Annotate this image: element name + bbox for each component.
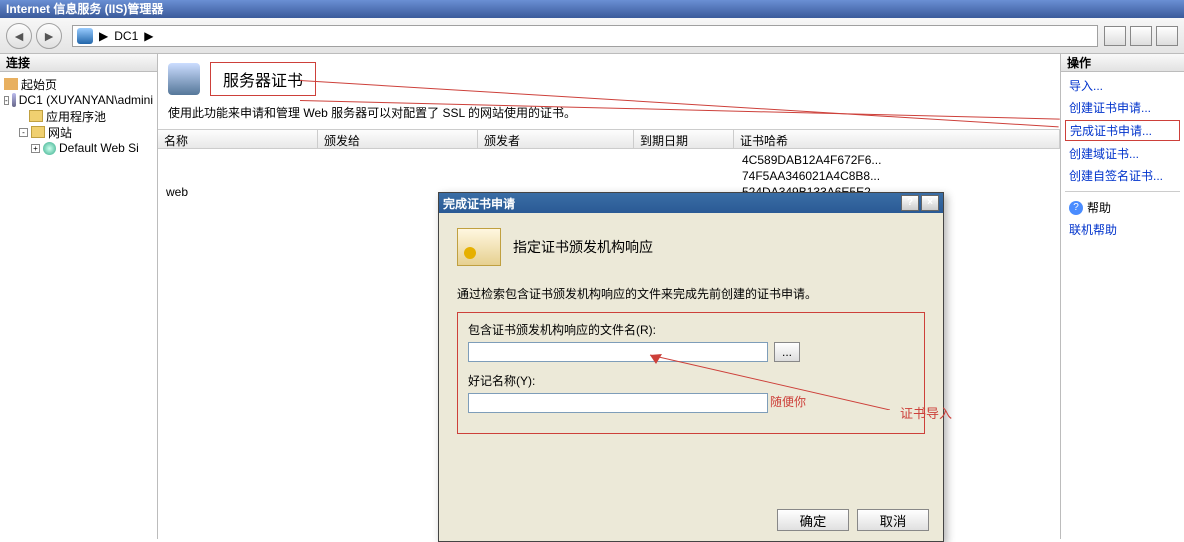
dialog-field-group: 包含证书颁发机构响应的文件名(R): ... 好记名称(Y): 随便你	[457, 312, 925, 434]
certificate-icon	[457, 228, 501, 266]
tree-default-site[interactable]: + Default Web Si	[4, 140, 153, 156]
breadcrumb[interactable]: ▶ DC1 ▶	[72, 25, 1098, 47]
browse-button[interactable]: ...	[774, 342, 800, 362]
col-expires[interactable]: 到期日期	[634, 130, 734, 148]
connections-tree: 起始页 - DC1 (XUYANYAN\admini 应用程序池 - 网站 +	[0, 72, 157, 539]
window-title: Internet 信息服务 (IIS)管理器	[6, 2, 163, 16]
cancel-button[interactable]: 取消	[857, 509, 929, 531]
collapse-icon[interactable]: -	[19, 128, 28, 137]
window-title-bar: Internet 信息服务 (IIS)管理器	[0, 0, 1184, 18]
action-help[interactable]: ? 帮助	[1065, 198, 1180, 217]
server-icon	[77, 28, 93, 44]
divider	[1065, 191, 1180, 192]
nav-settings-button[interactable]	[1130, 26, 1152, 46]
collapse-icon[interactable]: -	[4, 96, 9, 105]
page-title: 服务器证书	[210, 62, 316, 96]
file-name-input[interactable]	[468, 342, 768, 362]
col-name[interactable]: 名称	[158, 130, 318, 148]
tree-app-pools[interactable]: 应用程序池	[4, 108, 153, 124]
annotation-note: 随便你	[770, 393, 806, 413]
tree-server[interactable]: - DC1 (XUYANYAN\admini	[4, 92, 153, 108]
breadcrumb-sep: ▶	[144, 29, 153, 43]
connections-header: 连接	[0, 54, 157, 72]
friendly-name-label: 好记名称(Y):	[468, 372, 914, 389]
nav-bar: ◄ ► ▶ DC1 ▶	[0, 18, 1184, 54]
home-icon	[4, 78, 18, 90]
arrow-right-icon: ►	[42, 28, 56, 44]
globe-icon	[43, 142, 56, 155]
nav-refresh-button[interactable]	[1104, 26, 1126, 46]
action-create-domain[interactable]: 创建域证书...	[1065, 144, 1180, 163]
tree-sites[interactable]: - 网站	[4, 124, 153, 140]
forward-button[interactable]: ►	[36, 23, 62, 49]
dialog-heading: 指定证书颁发机构响应	[513, 237, 653, 257]
complete-cert-request-dialog: 完成证书申请 ? × 指定证书颁发机构响应 通过检索包含证书颁发机构响应的文件来…	[438, 192, 944, 542]
folder-icon	[29, 110, 43, 122]
col-issued-by[interactable]: 颁发者	[478, 130, 634, 148]
ok-button[interactable]: 确定	[777, 509, 849, 531]
friendly-name-input[interactable]	[468, 393, 768, 413]
back-button[interactable]: ◄	[6, 23, 32, 49]
actions-header: 操作	[1061, 54, 1184, 72]
arrow-left-icon: ◄	[12, 28, 26, 44]
table-row[interactable]: 74F5AA346021A4C8B8...	[166, 169, 1052, 185]
page-description: 使用此功能来申请和管理 Web 服务器可以对配置了 SSL 的网站使用的证书。	[158, 96, 1060, 129]
col-hash[interactable]: 证书哈希	[734, 130, 1060, 148]
nav-help-button[interactable]	[1156, 26, 1178, 46]
dialog-close-button[interactable]: ×	[921, 195, 939, 211]
expand-icon[interactable]: +	[31, 144, 40, 153]
dialog-help-button[interactable]: ?	[901, 195, 919, 211]
server-certificates-icon	[168, 63, 200, 95]
col-issued-to[interactable]: 颁发给	[318, 130, 478, 148]
file-name-label: 包含证书颁发机构响应的文件名(R):	[468, 321, 914, 338]
action-import[interactable]: 导入...	[1065, 76, 1180, 95]
server-icon	[12, 93, 16, 107]
action-create-request[interactable]: 创建证书申请...	[1065, 98, 1180, 117]
dialog-description: 通过检索包含证书颁发机构响应的文件来完成先前创建的证书申请。	[457, 285, 925, 302]
breadcrumb-server[interactable]: DC1	[114, 29, 138, 43]
action-online-help[interactable]: 联机帮助	[1065, 220, 1180, 239]
dialog-title-bar[interactable]: 完成证书申请 ? ×	[439, 193, 943, 213]
breadcrumb-sep: ▶	[99, 29, 108, 43]
action-create-self-signed[interactable]: 创建自签名证书...	[1065, 166, 1180, 185]
action-complete-request[interactable]: 完成证书申请...	[1065, 120, 1180, 141]
tree-start-page[interactable]: 起始页	[4, 76, 153, 92]
column-headers: 名称 颁发给 颁发者 到期日期 证书哈希	[158, 129, 1060, 149]
dialog-title: 完成证书申请	[443, 195, 899, 212]
folder-icon	[31, 126, 45, 138]
help-icon: ?	[1069, 201, 1083, 215]
table-row[interactable]: 4C589DAB12A4F672F6...	[166, 153, 1052, 169]
